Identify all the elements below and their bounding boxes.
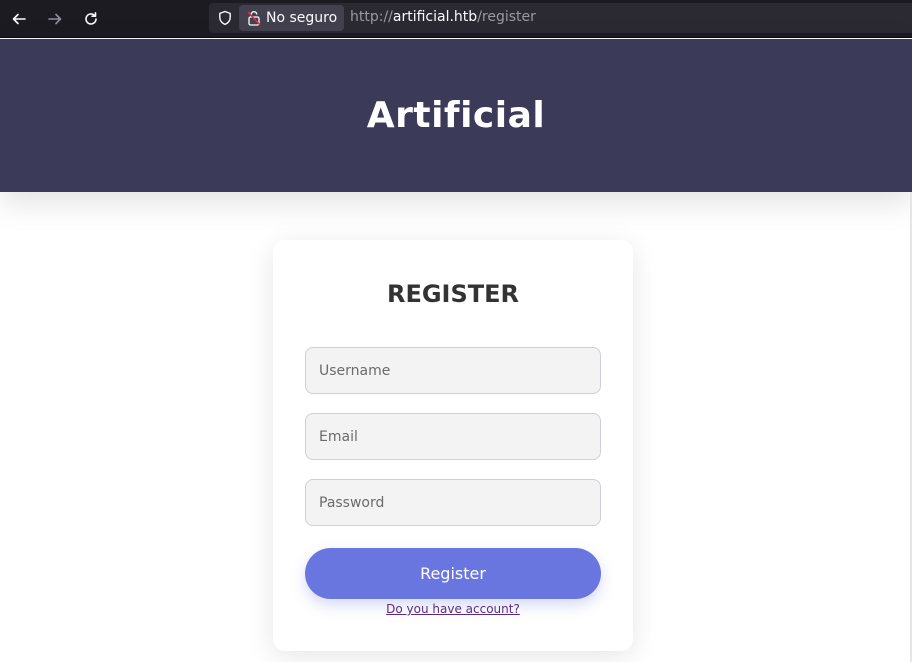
- back-arrow-icon: [12, 13, 26, 25]
- shield-icon[interactable]: [217, 10, 233, 26]
- site-title: Artificial: [366, 95, 546, 136]
- security-label: No seguro: [266, 10, 338, 26]
- back-button[interactable]: [7, 7, 31, 31]
- email-input[interactable]: [305, 413, 601, 460]
- reload-button[interactable]: [79, 7, 103, 31]
- url-path: /register: [477, 9, 536, 25]
- register-card: REGISTER Register Do you have account?: [273, 240, 633, 651]
- forward-button[interactable]: [43, 7, 67, 31]
- browser-toolbar: No seguro http://artificial.htb/register: [0, 0, 912, 38]
- form-heading: REGISTER: [386, 280, 520, 308]
- site-header: Artificial: [0, 39, 912, 192]
- login-link[interactable]: Do you have account?: [273, 602, 633, 616]
- url-scheme: http://: [350, 9, 393, 25]
- url-host: artificial.htb: [392, 9, 478, 25]
- address-bar[interactable]: No seguro http://artificial.htb/register: [209, 3, 912, 33]
- register-button[interactable]: Register: [305, 548, 601, 599]
- url-text[interactable]: http://artificial.htb/register: [350, 9, 536, 25]
- forward-arrow-icon: [48, 13, 62, 25]
- broken-lock-icon: [247, 11, 261, 26]
- password-input[interactable]: [305, 479, 601, 526]
- security-indicator[interactable]: No seguro: [239, 5, 344, 31]
- username-input[interactable]: [305, 347, 601, 394]
- reload-icon: [85, 12, 97, 25]
